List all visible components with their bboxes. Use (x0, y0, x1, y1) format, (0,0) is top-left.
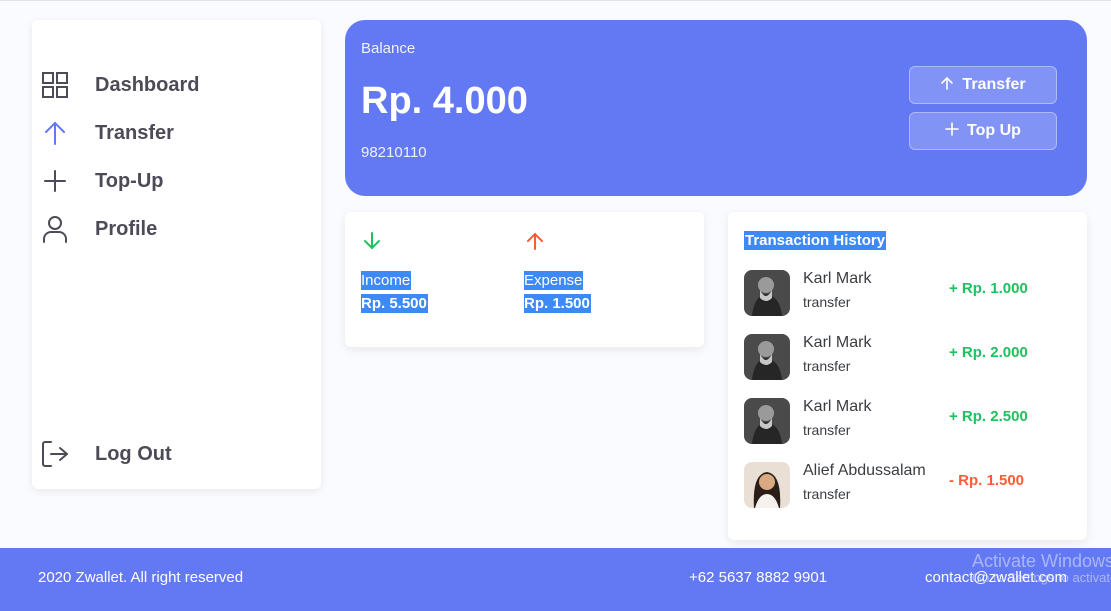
expense-label: Expense (524, 271, 584, 290)
grid-icon (40, 70, 70, 100)
arrow-up-icon (524, 232, 546, 256)
logout-button[interactable]: Log Out (40, 436, 300, 472)
plus-icon (40, 166, 70, 196)
watermark-line1: Activate Windows (972, 551, 1111, 571)
transaction-name: Karl Mark (803, 398, 872, 415)
logout-label: Log Out (95, 442, 172, 465)
plus-icon (945, 121, 959, 141)
avatar (744, 398, 790, 444)
arrow-up-icon (940, 76, 954, 95)
transaction-item[interactable]: Karl Mark transfer + Rp. 2.500 (744, 398, 1064, 444)
transaction-amount: - Rp. 1.500 (949, 472, 1025, 489)
transaction-item[interactable]: Karl Mark transfer + Rp. 2.000 (744, 334, 1064, 380)
sidebar-item-profile[interactable]: Profile (40, 211, 300, 247)
balance-amount: Rp. 4.000 (361, 80, 528, 122)
transaction-type: transfer (803, 486, 851, 502)
income-expense-card: Income Rp. 5.500 Expense Rp. 1.500 (345, 212, 704, 347)
transaction-item[interactable]: Alief Abdussalam transfer - Rp. 1.500 (744, 462, 1064, 508)
footer-copyright: 2020 Zwallet. All right reserved (38, 569, 244, 586)
arrow-up-icon (40, 118, 70, 148)
expense-stat: Expense Rp. 1.500 (524, 230, 591, 313)
transaction-name: Karl Mark (803, 270, 872, 287)
sidebar-item-transfer[interactable]: Transfer (40, 115, 300, 151)
sidebar: Dashboard Transfer Top-Up Profile Log Ou… (32, 20, 321, 489)
balance-label: Balance (361, 40, 416, 57)
transaction-amount: + Rp. 1.000 (949, 280, 1028, 297)
transaction-item[interactable]: Karl Mark transfer + Rp. 1.000 (744, 270, 1064, 316)
transaction-type: transfer (803, 358, 851, 374)
income-stat: Income Rp. 5.500 (361, 230, 428, 313)
footer-phone[interactable]: +62 5637 8882 9901 (689, 569, 827, 586)
footer: 2020 Zwallet. All right reserved +62 563… (0, 548, 1111, 611)
transaction-type: transfer (803, 294, 851, 310)
transfer-button-label: Transfer (962, 76, 1026, 93)
transaction-type: transfer (803, 422, 851, 438)
balance-phone: 98210110 (361, 144, 427, 161)
transaction-name: Alief Abdussalam (803, 462, 926, 479)
top-border (0, 0, 1111, 3)
transaction-history-card: Transaction History Karl Mark transfer +… (728, 212, 1087, 540)
sidebar-item-topup[interactable]: Top-Up (40, 163, 300, 199)
transfer-button[interactable]: Transfer (909, 66, 1057, 104)
expense-value: Rp. 1.500 (524, 294, 591, 313)
topup-button-label: Top Up (967, 122, 1021, 139)
watermark-line2: Go to Settings to activate Windows. (972, 570, 1111, 585)
income-value: Rp. 5.500 (361, 294, 428, 313)
activate-windows-watermark: Activate Windows Go to Settings to activ… (972, 551, 1111, 585)
history-title: Transaction History (744, 231, 887, 250)
transaction-amount: + Rp. 2.500 (949, 408, 1028, 425)
sidebar-item-label: Top-Up (95, 169, 164, 192)
sidebar-item-label: Dashboard (95, 73, 200, 96)
avatar (744, 462, 790, 508)
sidebar-item-dashboard[interactable]: Dashboard (40, 67, 300, 103)
sidebar-item-label: Transfer (95, 121, 174, 144)
topup-button[interactable]: Top Up (909, 112, 1057, 150)
income-label: Income (361, 271, 412, 290)
avatar (744, 334, 790, 380)
arrow-down-icon (361, 232, 383, 256)
avatar (744, 270, 790, 316)
transaction-amount: + Rp. 2.000 (949, 344, 1028, 361)
transaction-name: Karl Mark (803, 334, 872, 351)
logout-icon (40, 439, 70, 469)
balance-card: Balance Rp. 4.000 98210110 Transfer Top … (345, 20, 1087, 196)
sidebar-item-label: Profile (95, 217, 158, 240)
user-icon (40, 214, 70, 244)
